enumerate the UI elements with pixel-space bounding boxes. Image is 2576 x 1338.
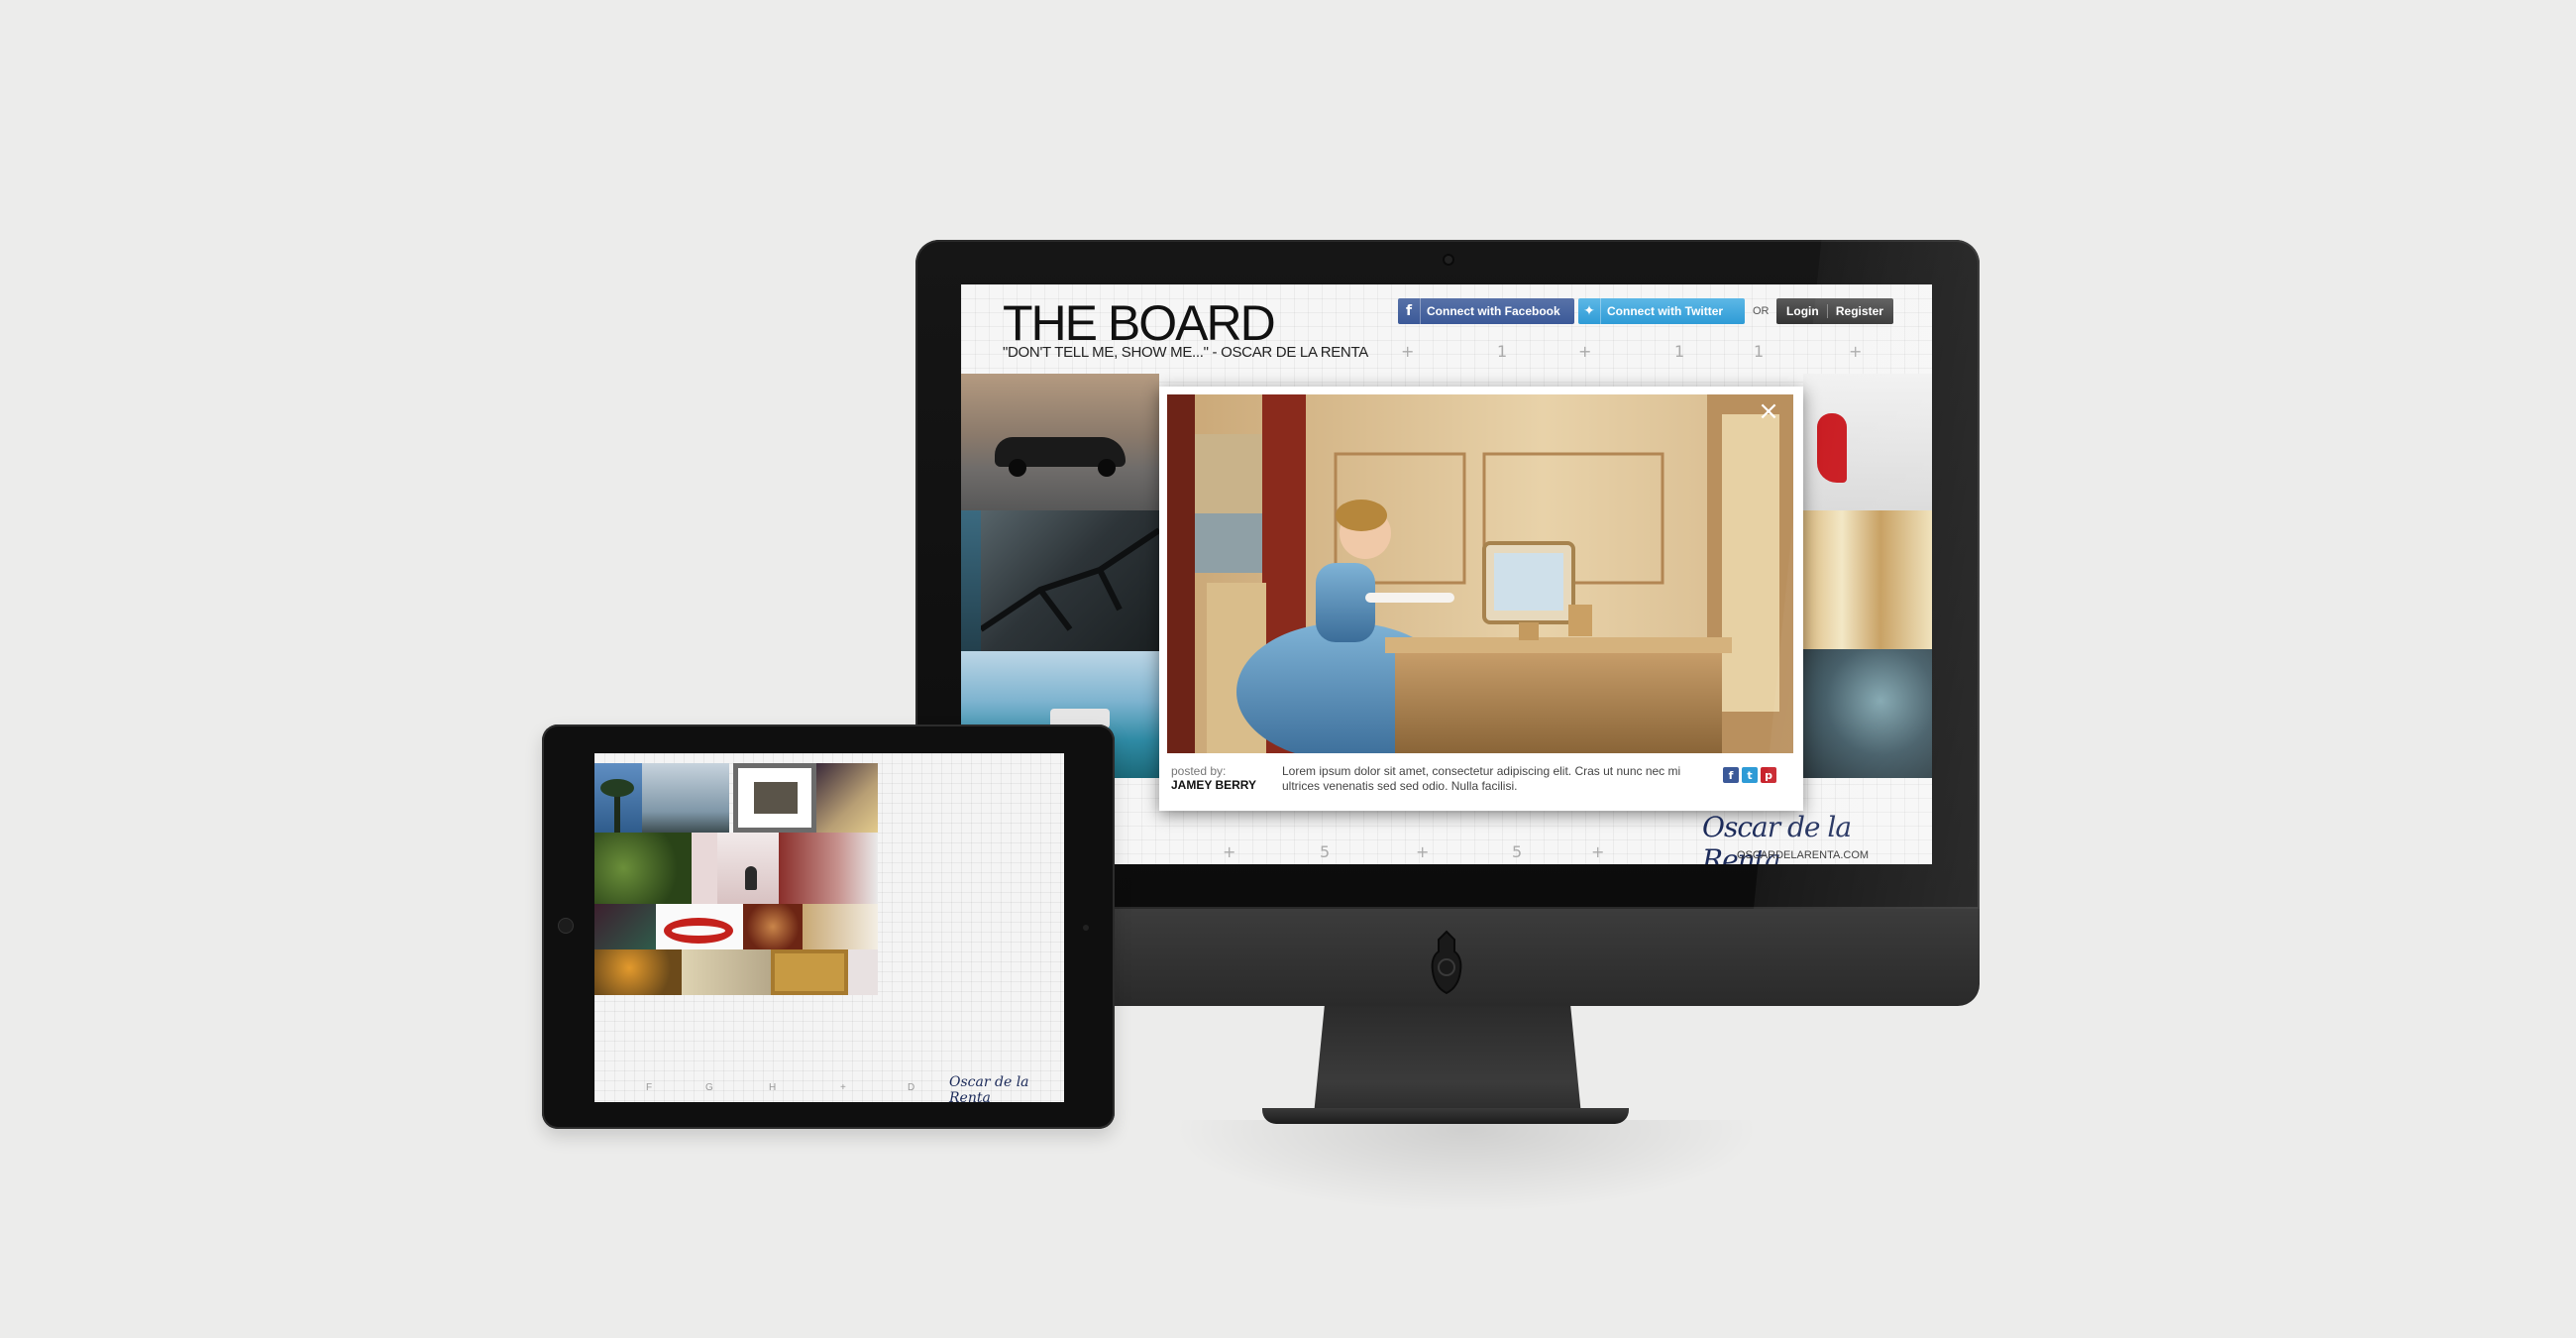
- grid-mark: 5: [1512, 842, 1523, 861]
- grid-mark: 1: [1754, 342, 1765, 361]
- photo-detail-modal: × posted by: JAMEY BERRY Lorem ipsum dol…: [1159, 387, 1803, 811]
- ipad-grid-mark: H: [769, 1082, 777, 1093]
- photo-tile-tree[interactable]: [961, 510, 1159, 651]
- ipad-grid-mark: F: [646, 1082, 653, 1093]
- grid-mark: +: [1401, 342, 1415, 361]
- ipad-tile-dark[interactable]: [594, 904, 656, 949]
- modal-image-cinderella: [1167, 394, 1793, 753]
- photo-tile-car[interactable]: [961, 374, 1159, 510]
- grid-mark: +: [1416, 842, 1430, 861]
- ipad-tile-fruit[interactable]: [594, 949, 682, 995]
- ipad-tile-cactus[interactable]: [594, 833, 692, 904]
- imac-stand-foot: [1262, 1108, 1629, 1124]
- ipad-tile-sky[interactable]: [642, 763, 729, 833]
- or-separator: OR: [1753, 305, 1770, 317]
- post-description: Lorem ipsum dolor sit amet, consectetur …: [1282, 764, 1681, 793]
- grid-mark: 1: [1674, 342, 1685, 361]
- page-subtitle: "DON'T TELL ME, SHOW ME..." - OSCAR DE L…: [1003, 344, 1368, 361]
- login-register-group: Login Register: [1776, 298, 1893, 324]
- share-facebook-icon[interactable]: f: [1723, 767, 1739, 783]
- login-button[interactable]: Login: [1786, 304, 1819, 318]
- ipad-tile-pink[interactable]: [692, 833, 717, 904]
- crest-logo-icon: [1431, 930, 1462, 995]
- photo-tile-teal[interactable]: [1803, 649, 1932, 778]
- ipad-tile-red-wall[interactable]: [779, 833, 878, 904]
- grid-mark: 1: [1497, 342, 1508, 361]
- ipad-grid-mark: D: [908, 1082, 915, 1093]
- photo-tile-gold-panels[interactable]: [1803, 510, 1932, 649]
- grid-mark: 5: [1320, 842, 1331, 861]
- ipad-tile-palm[interactable]: [594, 763, 642, 833]
- ipad-camera: [1083, 925, 1089, 931]
- connect-facebook-label: Connect with Facebook: [1427, 304, 1560, 318]
- share-twitter-icon[interactable]: t: [1742, 767, 1758, 783]
- imac-floor-shadow: [1149, 1120, 1783, 1219]
- grid-mark: +: [1591, 842, 1605, 861]
- ipad-tile-red-bangle[interactable]: [656, 904, 743, 949]
- ipad-grid-mark: G: [705, 1082, 713, 1093]
- ipad-tile-framed[interactable]: [733, 763, 816, 833]
- posted-by-label: posted by:: [1171, 764, 1227, 778]
- photo-tile-red-shoe[interactable]: [1803, 374, 1932, 510]
- login-register-divider: [1826, 304, 1828, 318]
- post-author[interactable]: JAMEY BERRY: [1171, 778, 1256, 792]
- ipad-tile-lady[interactable]: [717, 833, 779, 904]
- ipad-tile-gold-frame[interactable]: [771, 949, 848, 995]
- ipad-grid-mark: +: [840, 1082, 846, 1093]
- brand-url[interactable]: OSCARDELARENTA.COM: [1737, 849, 1869, 861]
- ipad-tile-portrait[interactable]: [743, 904, 803, 949]
- connect-twitter-button[interactable]: ✦ Connect with Twitter: [1578, 298, 1745, 324]
- share-pinterest-icon[interactable]: p: [1761, 767, 1776, 783]
- grid-mark: +: [1223, 842, 1236, 861]
- ipad-tile-tea[interactable]: [816, 763, 878, 833]
- ipad-tile-window[interactable]: [803, 904, 878, 949]
- connect-facebook-button[interactable]: f Connect with Facebook: [1398, 298, 1574, 324]
- connect-twitter-label: Connect with Twitter: [1607, 304, 1724, 318]
- grid-mark: +: [1578, 342, 1592, 361]
- imac-camera: [1443, 254, 1454, 266]
- grid-mark: +: [1849, 342, 1863, 361]
- ipad-tile-hand[interactable]: [682, 949, 771, 995]
- ipad-screen: F G H + D Oscar de la Renta: [594, 753, 1064, 1102]
- ipad-oscar-de-la-renta-logo[interactable]: Oscar de la Renta: [949, 1074, 1064, 1102]
- modal-photo: [1167, 394, 1793, 753]
- twitter-icon: ✦: [1578, 298, 1601, 324]
- ipad-tile-light[interactable]: [848, 949, 878, 995]
- imac-stand-neck: [1314, 1006, 1581, 1115]
- close-icon[interactable]: ×: [1754, 396, 1783, 426]
- register-button[interactable]: Register: [1836, 304, 1883, 318]
- ipad-home-button[interactable]: [558, 918, 574, 934]
- facebook-icon: f: [1398, 298, 1421, 324]
